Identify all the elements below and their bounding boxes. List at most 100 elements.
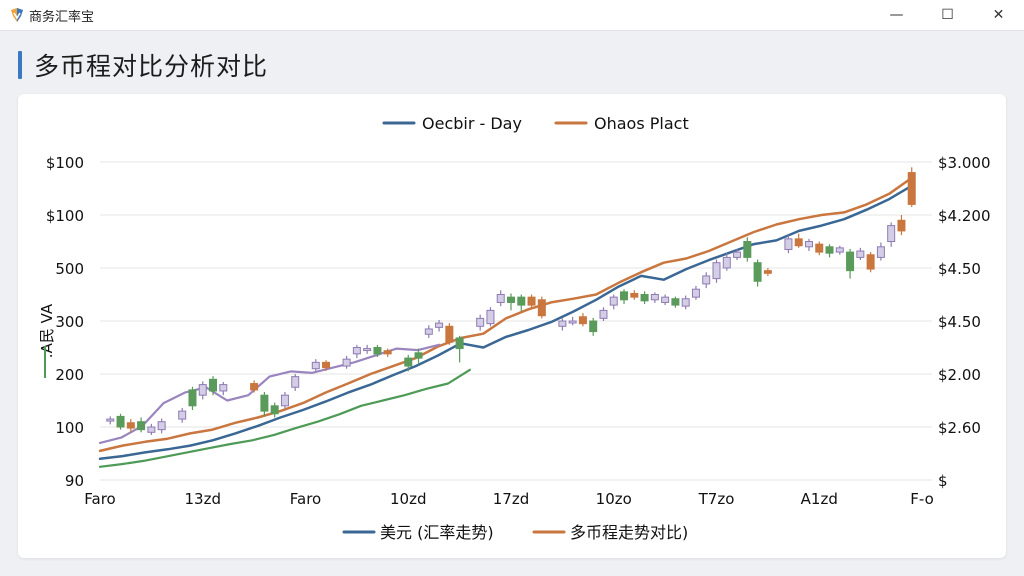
x-tick-label: Faro (290, 490, 321, 508)
candle (753, 259, 762, 287)
candle (363, 344, 372, 354)
x-tick-label: 17zd (493, 490, 529, 508)
x-tick-label: T7zo (698, 490, 735, 508)
x-tick-label: F-o (910, 490, 934, 508)
minimize-button[interactable]: — (871, 0, 922, 30)
candle (568, 316, 577, 326)
candle-body (804, 241, 813, 248)
candle (517, 294, 526, 312)
candle (815, 241, 824, 256)
candle-body (455, 337, 464, 350)
candle-body (722, 256, 731, 269)
candle (640, 291, 649, 305)
x-tick-label: 10zo (596, 490, 632, 508)
candle-body (137, 421, 146, 431)
candle (702, 272, 711, 289)
candle (445, 323, 454, 345)
candle (794, 233, 803, 248)
candle (804, 238, 813, 252)
candle-body (147, 426, 156, 433)
candle (630, 290, 639, 300)
candle (784, 235, 793, 254)
candle-body (825, 246, 834, 254)
candle (825, 244, 834, 258)
y-left-axis-label: .A民 VA (38, 303, 56, 358)
candle-body (661, 296, 670, 303)
candle-body (733, 251, 742, 258)
candle-body (784, 238, 793, 250)
candle (743, 237, 752, 262)
candle (856, 247, 865, 261)
app-title: 商务汇率宝 (29, 9, 95, 25)
candle (558, 318, 567, 331)
grid (100, 161, 932, 481)
candle (527, 294, 536, 308)
legend-bottom-label: 美元 (汇率走势) (380, 523, 494, 542)
candle-body (794, 238, 803, 247)
candle-body (476, 317, 485, 327)
candle (589, 317, 598, 336)
candle (650, 292, 659, 303)
candle-body (558, 320, 567, 327)
series-line-green-line (98, 368, 471, 468)
legend-top-label: Ohaos Plact (594, 114, 689, 133)
candle (835, 245, 844, 255)
candle-body (383, 350, 392, 355)
candle (106, 416, 115, 425)
candle (291, 374, 300, 391)
candle (496, 290, 505, 307)
candle-body (527, 296, 536, 306)
candle (280, 392, 289, 409)
candle-body (897, 219, 906, 232)
candle (887, 222, 896, 247)
candle-body (589, 320, 598, 333)
x-tick-label: Faro (84, 490, 115, 508)
y-left-tick-label: 100 (55, 419, 84, 437)
candle-body (876, 246, 885, 258)
candle-body (322, 361, 331, 369)
candle-body (116, 415, 125, 428)
candle-body (702, 275, 711, 285)
candle-body (126, 422, 135, 429)
candle-body (681, 298, 690, 307)
candle (342, 355, 351, 369)
candle-body (537, 299, 546, 317)
candle (250, 380, 259, 393)
candles (106, 167, 916, 435)
candle-body (435, 322, 444, 328)
legend-top-label: Oecbir - Day (422, 114, 522, 133)
candle-body (363, 348, 372, 352)
candle-body (835, 247, 844, 253)
candle (116, 413, 125, 430)
candle (671, 296, 680, 308)
candle (270, 402, 279, 418)
candle (712, 259, 721, 283)
candle (609, 294, 618, 310)
close-button[interactable]: ✕ (973, 0, 1024, 30)
candle-body (260, 394, 269, 412)
series-line-usd (98, 184, 913, 461)
chart: $100 $100 500 300 200 100 90 $3.000 $4.200 $4.50 $… (38, 114, 991, 542)
candle-body (198, 384, 207, 396)
candle-body (743, 241, 752, 258)
candle-body (866, 254, 875, 270)
y-left-tick-label: $100 (46, 207, 84, 225)
candle-body (691, 288, 700, 298)
chart-card: $100 $100 500 300 200 100 90 $3.000 $4.200 $4.50 $… (18, 94, 1006, 558)
candle (424, 325, 433, 338)
candle (599, 307, 608, 321)
y-right-tick-label: $2.00 (938, 366, 981, 384)
candle-body (270, 405, 279, 415)
candle-body (763, 270, 772, 274)
candle-body (106, 418, 115, 422)
legend-bottom-label: 多币程走势对比) (570, 523, 688, 542)
candle-body (578, 316, 587, 325)
candle-body (507, 296, 515, 303)
app-logo-icon (11, 8, 23, 22)
series-lines (98, 176, 913, 468)
maximize-button[interactable]: ☐ (922, 0, 973, 30)
candle-body (753, 262, 762, 282)
y-left-tick-label: 300 (55, 313, 84, 331)
candle (876, 242, 885, 261)
candle-body (445, 325, 454, 343)
